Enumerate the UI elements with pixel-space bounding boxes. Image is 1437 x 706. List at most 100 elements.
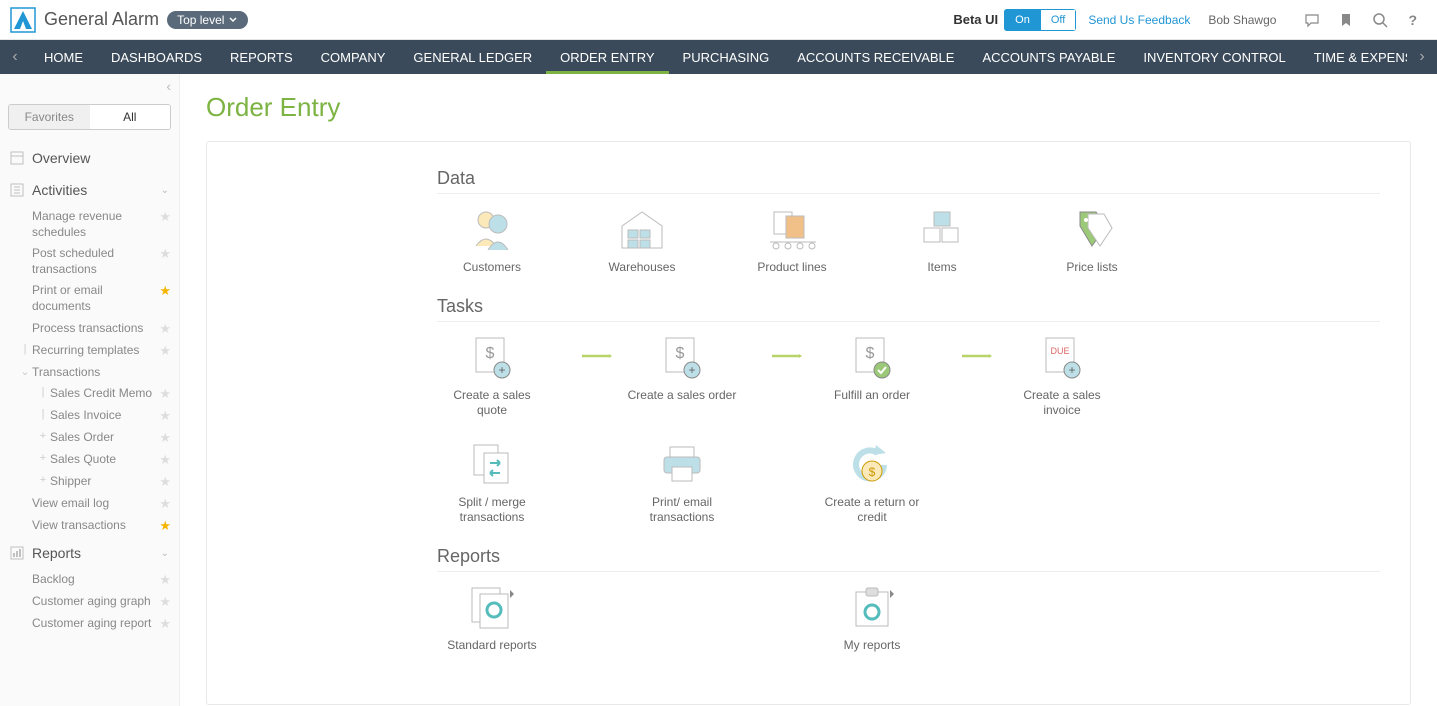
nav-general-ledger[interactable]: GENERAL LEDGER xyxy=(399,40,546,74)
star-icon[interactable]: ★ xyxy=(159,616,171,632)
tile-create-return-credit[interactable]: $ Create a return or credit xyxy=(817,439,927,526)
return-icon: $ xyxy=(817,439,927,489)
reports-label: Reports xyxy=(32,545,81,561)
tile-create-sales-order[interactable]: $+ Create a sales order xyxy=(627,332,737,404)
sidebar-item-shipper[interactable]: +Shipper★ xyxy=(8,471,171,493)
chevron-down-icon: ⌄ xyxy=(161,548,169,559)
chat-icon[interactable] xyxy=(1304,12,1320,28)
feedback-link[interactable]: Send Us Feedback xyxy=(1088,13,1190,27)
nav-reports[interactable]: REPORTS xyxy=(216,40,307,74)
star-icon[interactable]: ★ xyxy=(159,452,171,468)
tile-customers[interactable]: Customers xyxy=(437,204,547,276)
beta-ui-label: Beta UI xyxy=(953,12,998,27)
nav-time-expenses[interactable]: TIME & EXPENSES xyxy=(1300,40,1407,74)
nav-purchasing[interactable]: PURCHASING xyxy=(669,40,784,74)
standard-reports-icon xyxy=(437,582,547,632)
tile-price-lists[interactable]: Price lists xyxy=(1037,204,1147,276)
sidebar-item-view-transactions[interactable]: View transactions★ xyxy=(8,515,171,537)
nav-accounts-receivable[interactable]: ACCOUNTS RECEIVABLE xyxy=(783,40,968,74)
star-icon[interactable]: ★ xyxy=(159,386,171,402)
nav-scroll-left[interactable]: ‹ xyxy=(0,40,30,74)
star-icon[interactable]: ★ xyxy=(159,408,171,424)
tile-product-lines[interactable]: Product lines xyxy=(737,204,847,276)
group-reports-title: Reports xyxy=(437,546,1380,572)
sidebar-item-transactions[interactable]: ⌄Transactions xyxy=(8,362,171,384)
nav-items: HOME DASHBOARDS REPORTS COMPANY GENERAL … xyxy=(30,40,1407,74)
sidebar-overview[interactable]: Overview xyxy=(8,142,171,174)
sidebar-item-sales-invoice[interactable]: |Sales Invoice★ xyxy=(8,405,171,427)
tasks-row2: Split / merge transactions Print/ email … xyxy=(437,439,1380,526)
level-label: Top level xyxy=(177,13,224,27)
tile-label: Standard reports xyxy=(437,638,547,654)
star-icon[interactable]: ★ xyxy=(159,321,171,337)
sidebar-item-print-email[interactable]: Print or email documents★ xyxy=(8,280,171,317)
star-icon[interactable]: ★ xyxy=(159,474,171,490)
toggle-off[interactable]: Off xyxy=(1041,9,1076,31)
sidebar-item-customer-aging-report[interactable]: Customer aging report★ xyxy=(8,613,171,635)
sidebar-item-view-email-log[interactable]: View email log★ xyxy=(8,493,171,515)
user-name[interactable]: Bob Shawgo xyxy=(1208,13,1276,27)
star-icon[interactable]: ★ xyxy=(159,343,171,359)
warehouse-icon xyxy=(587,204,697,254)
tile-my-reports[interactable]: My reports xyxy=(817,582,927,654)
tile-fulfill-order[interactable]: $ Fulfill an order xyxy=(817,332,927,404)
tile-items[interactable]: Items xyxy=(887,204,997,276)
chevron-down-icon: ⌄ xyxy=(161,185,169,196)
tile-label: Product lines xyxy=(737,260,847,276)
star-icon[interactable]: ★ xyxy=(159,246,171,262)
nav-home[interactable]: HOME xyxy=(30,40,97,74)
star-icon[interactable]: ★ xyxy=(159,209,171,225)
tab-favorites[interactable]: Favorites xyxy=(9,105,90,129)
split-merge-icon xyxy=(437,439,547,489)
sidebar-item-backlog[interactable]: Backlog★ xyxy=(8,569,171,591)
tile-label: Create a sales invoice xyxy=(1007,388,1117,419)
sidebar-item-post-scheduled[interactable]: Post scheduled transactions★ xyxy=(8,243,171,280)
sidebar-item-process-transactions[interactable]: Process transactions★ xyxy=(8,318,171,340)
nav-company[interactable]: COMPANY xyxy=(307,40,400,74)
svg-text:+: + xyxy=(1068,363,1075,377)
star-icon[interactable]: ★ xyxy=(159,496,171,512)
help-icon[interactable]: ? xyxy=(1408,12,1417,28)
nav-order-entry[interactable]: ORDER ENTRY xyxy=(546,40,668,74)
tile-split-merge[interactable]: Split / merge transactions xyxy=(437,439,547,526)
printer-icon xyxy=(627,439,737,489)
sidebar-item-sales-quote[interactable]: +Sales Quote★ xyxy=(8,449,171,471)
sidebar-item-manage-revenue[interactable]: Manage revenue schedules★ xyxy=(8,206,171,243)
sidebar-item-sales-order[interactable]: +Sales Order★ xyxy=(8,427,171,449)
star-icon[interactable]: ★ xyxy=(159,430,171,446)
star-icon[interactable]: ★ xyxy=(159,572,171,588)
beta-toggle[interactable]: On Off xyxy=(1004,9,1076,31)
nav-dashboards[interactable]: DASHBOARDS xyxy=(97,40,216,74)
tile-create-sales-quote[interactable]: $+ Create a sales quote xyxy=(437,332,547,419)
price-lists-icon xyxy=(1037,204,1147,254)
toggle-on[interactable]: On xyxy=(1004,9,1041,31)
star-icon[interactable]: ★ xyxy=(159,594,171,610)
level-selector[interactable]: Top level xyxy=(167,11,248,29)
svg-text:$: $ xyxy=(869,465,876,479)
sidebar-activities-heading[interactable]: Activities ⌄ xyxy=(8,174,171,206)
tile-print-email-transactions[interactable]: Print/ email transactions xyxy=(627,439,737,526)
sidebar-item-customer-aging-graph[interactable]: Customer aging graph★ xyxy=(8,591,171,613)
sidebar-item-recurring-templates[interactable]: |Recurring templates★ xyxy=(8,340,171,362)
main-nav: ‹ HOME DASHBOARDS REPORTS COMPANY GENERA… xyxy=(0,40,1437,74)
tile-label: Split / merge transactions xyxy=(437,495,547,526)
sidebar-item-sales-credit-memo[interactable]: |Sales Credit Memo★ xyxy=(8,383,171,405)
star-icon[interactable]: ★ xyxy=(159,283,171,299)
sidebar-reports-heading[interactable]: Reports ⌄ xyxy=(8,537,171,569)
bookmark-icon[interactable] xyxy=(1340,13,1352,27)
fulfill-icon: $ xyxy=(817,332,927,382)
svg-text:DUE: DUE xyxy=(1050,346,1069,356)
sidebar: ‹ Favorites All Overview Activities ⌄ Ma… xyxy=(0,74,180,706)
order-icon: $+ xyxy=(627,332,737,382)
nav-accounts-payable[interactable]: ACCOUNTS PAYABLE xyxy=(968,40,1129,74)
nav-scroll-right[interactable]: › xyxy=(1407,40,1437,74)
star-icon[interactable]: ★ xyxy=(159,518,171,534)
tile-warehouses[interactable]: Warehouses xyxy=(587,204,697,276)
sidebar-collapse[interactable]: ‹ xyxy=(0,74,179,98)
nav-inventory-control[interactable]: INVENTORY CONTROL xyxy=(1129,40,1299,74)
tile-standard-reports[interactable]: Standard reports xyxy=(437,582,547,654)
tile-create-sales-invoice[interactable]: DUE + Create a sales invoice xyxy=(1007,332,1117,419)
search-icon[interactable] xyxy=(1372,12,1388,28)
tab-all[interactable]: All xyxy=(90,105,171,129)
group-data-title: Data xyxy=(437,168,1380,194)
